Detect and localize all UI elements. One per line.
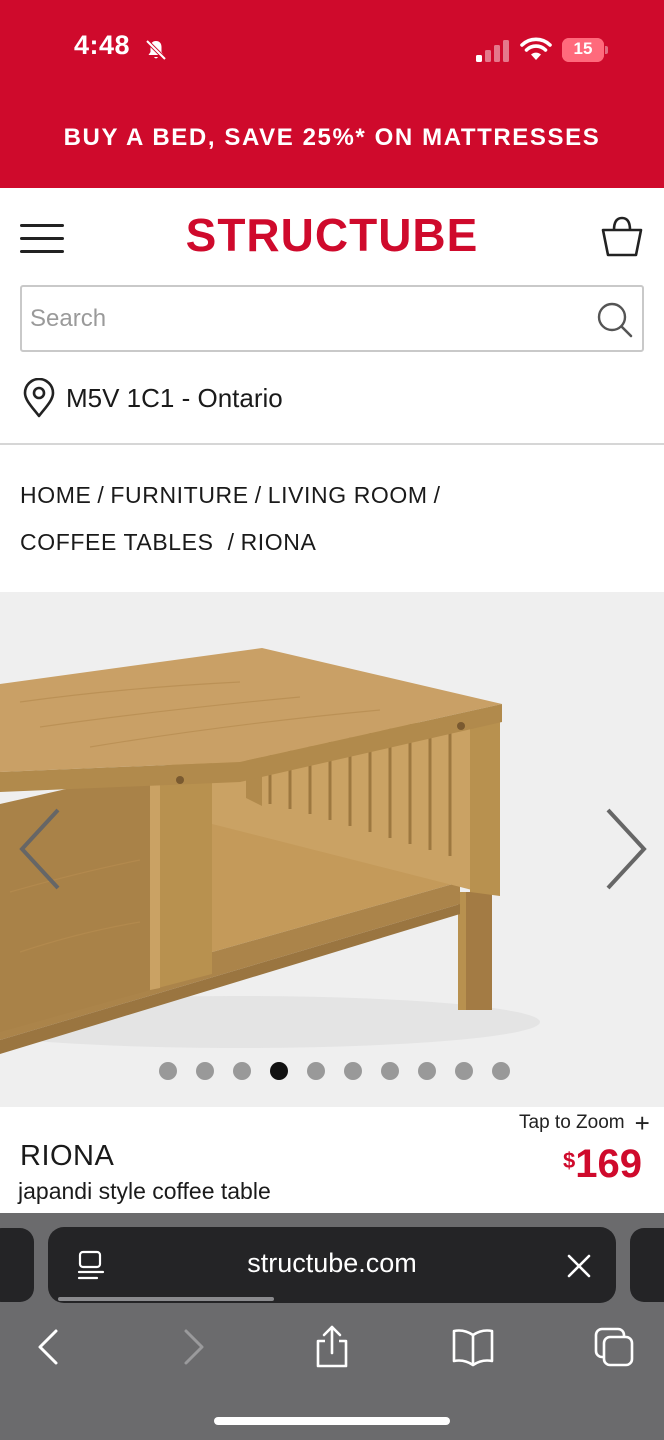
- hamburger-line: [20, 224, 64, 227]
- pagination-dot[interactable]: [306, 1062, 325, 1080]
- breadcrumb-separator: /: [227, 529, 235, 555]
- address-bar[interactable]: structube.com: [48, 1227, 616, 1303]
- breadcrumb-coffee-tables[interactable]: COFFEE TABLES: [20, 529, 214, 555]
- share-icon[interactable]: [310, 1325, 354, 1369]
- product-subtitle: japandi style coffee table: [18, 1178, 271, 1204]
- plus-icon: +: [634, 1108, 650, 1138]
- search-input[interactable]: [30, 297, 580, 341]
- pagination-dot[interactable]: [454, 1062, 473, 1080]
- header-divider: [0, 443, 664, 445]
- pagination-dot[interactable]: [269, 1062, 288, 1080]
- cellular-signal-icon: [476, 40, 509, 62]
- previous-image-button[interactable]: [14, 804, 68, 894]
- tap-to-zoom-button[interactable]: Tap to Zoom +: [519, 1108, 650, 1138]
- breadcrumb-current: RIONA: [240, 529, 317, 555]
- pagination-dot[interactable]: [195, 1062, 214, 1080]
- bookmarks-icon[interactable]: [451, 1325, 495, 1369]
- price-currency: $: [563, 1148, 576, 1173]
- tabs-icon[interactable]: [592, 1325, 636, 1369]
- next-tab-preview[interactable]: [630, 1228, 664, 1302]
- location-text: M5V 1C1 - Ontario: [66, 382, 283, 413]
- product-name: RIONA: [20, 1140, 115, 1172]
- zoom-label: Tap to Zoom: [519, 1112, 625, 1133]
- shopping-basket-icon[interactable]: [598, 214, 646, 260]
- location-selector[interactable]: M5V 1C1 - Ontario: [20, 376, 283, 420]
- breadcrumb-home[interactable]: HOME: [20, 482, 91, 508]
- top-banner: 4:48 15 BUY A BED, SAVE 25%* ON MATTRESS…: [0, 0, 664, 188]
- forward-icon[interactable]: [170, 1325, 214, 1369]
- product-image: [0, 648, 540, 1054]
- breadcrumb-furniture[interactable]: FURNITURE: [110, 482, 248, 508]
- promo-banner[interactable]: BUY A BED, SAVE 25%* ON MATTRESSES: [0, 124, 664, 152]
- back-icon[interactable]: [28, 1325, 72, 1369]
- breadcrumb-separator: /: [433, 482, 441, 508]
- menu-button[interactable]: [20, 222, 66, 256]
- pagination-dot[interactable]: [417, 1062, 436, 1080]
- breadcrumb-living-room[interactable]: LIVING ROOM: [268, 482, 428, 508]
- next-image-button[interactable]: [598, 804, 652, 894]
- price-amount: 169: [575, 1142, 642, 1186]
- page-load-progress: [58, 1297, 274, 1301]
- pagination-dot[interactable]: [232, 1062, 251, 1080]
- previous-tab-preview[interactable]: [0, 1228, 34, 1302]
- site-logo[interactable]: STRUCTUBE: [0, 208, 664, 262]
- search-icon[interactable]: [596, 301, 634, 339]
- battery-icon: 15: [562, 38, 608, 62]
- pagination-dot[interactable]: [343, 1062, 362, 1080]
- hamburger-line: [20, 250, 64, 253]
- close-icon[interactable]: [566, 1253, 592, 1279]
- home-indicator[interactable]: [214, 1417, 450, 1425]
- hamburger-line: [20, 237, 64, 240]
- breadcrumb: HOME / FURNITURE / LIVING ROOM / COFFEE TABLES…: [20, 472, 640, 566]
- browser-toolbar: structube.com: [0, 1213, 664, 1440]
- pagination-dot[interactable]: [491, 1062, 510, 1080]
- pagination-dot[interactable]: [380, 1062, 399, 1080]
- breadcrumb-separator: /: [97, 482, 105, 508]
- breadcrumb-separator: /: [254, 482, 262, 508]
- product-image-gallery[interactable]: [0, 592, 664, 1107]
- status-time: 4:48: [74, 30, 131, 60]
- product-price: $169: [563, 1142, 642, 1187]
- battery-percent: 15: [573, 39, 593, 58]
- wifi-icon: [520, 37, 552, 60]
- image-pagination: [0, 1062, 664, 1080]
- location-pin-icon: [23, 378, 55, 418]
- url-text: structube.com: [247, 1248, 417, 1278]
- pagination-dot[interactable]: [158, 1062, 177, 1080]
- bell-slash-icon: [145, 39, 167, 61]
- search-bar: [20, 285, 644, 352]
